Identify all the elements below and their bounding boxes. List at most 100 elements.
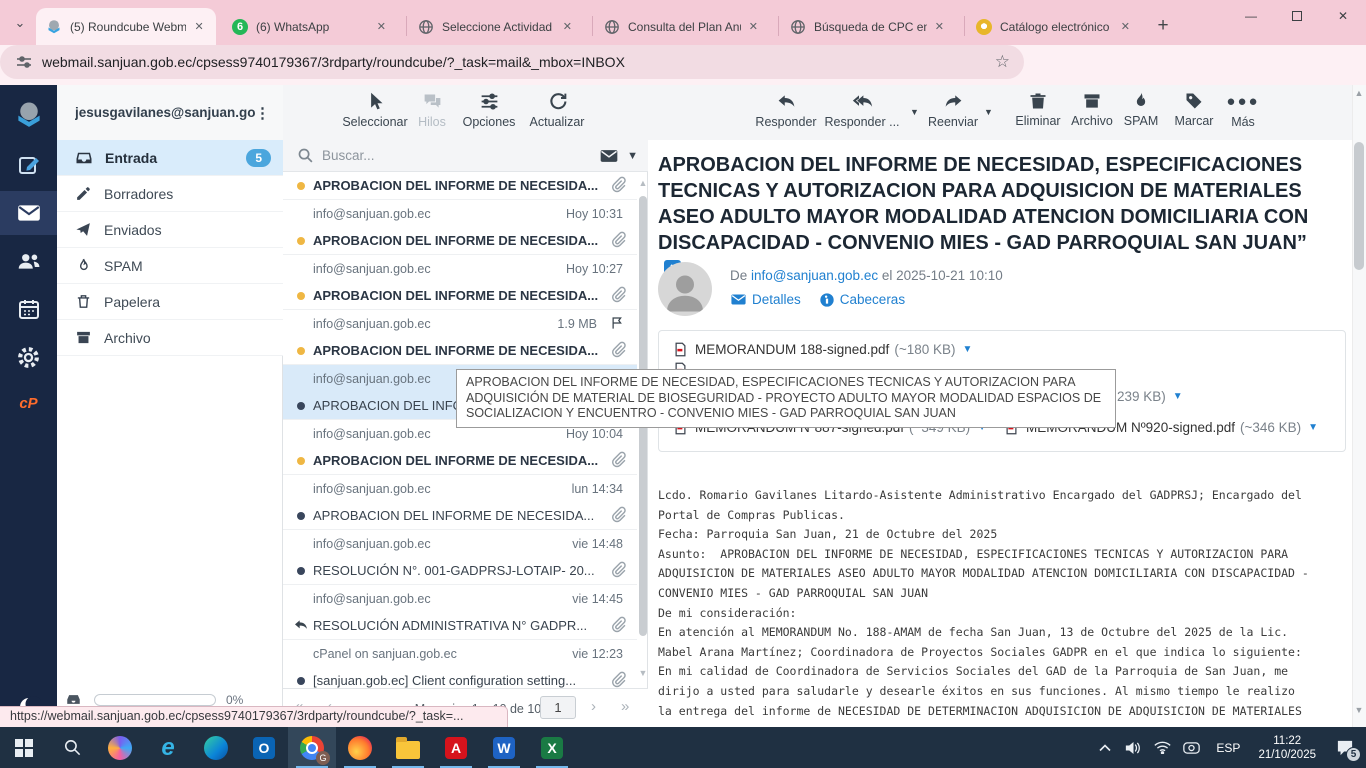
tab-search-chevron-icon[interactable]: ⌄ <box>8 12 32 34</box>
tray-chevron-icon[interactable] <box>1090 727 1119 768</box>
read-dot-icon <box>297 512 305 520</box>
bookmark-star-icon[interactable]: ☆ <box>995 52 1010 72</box>
account-header[interactable]: jesusgavilanes@sanjuan.gob.... ⋮ <box>57 85 283 140</box>
unread-dot-icon <box>297 182 305 190</box>
new-tab-button[interactable]: + <box>1150 13 1176 39</box>
refresh-button[interactable]: Actualizar <box>514 91 600 129</box>
message-list-item[interactable]: info@sanjuan.gob.ecvie 14:48RESOLUCIÓN N… <box>283 530 637 585</box>
whatsapp-favicon-icon: 6 <box>232 19 248 35</box>
window-close-button[interactable]: ✕ <box>1320 0 1366 32</box>
chevron-down-icon[interactable]: ▼ <box>627 150 638 162</box>
account-email: jesusgavilanes@sanjuan.gob.... <box>75 105 255 120</box>
tab-busqueda-cpc[interactable]: Búsqueda de CPC en ✕ <box>780 8 956 45</box>
message-list-item[interactable]: cPanel on sanjuan.gob.ecvie 12:23[sanjua… <box>283 640 637 688</box>
site-settings-icon[interactable] <box>16 54 32 70</box>
tab-close-icon[interactable]: ✕ <box>190 18 208 36</box>
message-toolbar: Responder Responder ... ▼ Reenviar ▼ Eli… <box>648 85 1366 140</box>
mark-envelope-icon[interactable] <box>599 146 619 166</box>
excel-taskbar-icon[interactable]: X <box>528 727 576 768</box>
tab-close-icon[interactable]: ✕ <box>745 18 762 36</box>
message-sender-line: info@sanjuan.gob.ecHoy 10:27 <box>283 255 637 282</box>
window-restore-button[interactable] <box>1274 0 1320 32</box>
attachment-caret-icon[interactable]: ▼ <box>963 344 973 355</box>
acrobat-taskbar-icon[interactable]: A <box>432 727 480 768</box>
tab-close-icon[interactable]: ✕ <box>931 18 948 36</box>
ie-taskbar-icon[interactable]: e <box>144 727 192 768</box>
details-link[interactable]: Detalles <box>752 292 801 307</box>
page-next-button[interactable]: › <box>591 698 596 715</box>
message-subject: APROBACION DEL INFORME DE NECESIDA... <box>313 508 637 523</box>
person-icon <box>658 262 712 316</box>
message-date: lun 14:34 <box>572 482 623 496</box>
reading-scroll-down-icon[interactable]: ▼ <box>1353 705 1365 715</box>
headers-link[interactable]: Cabeceras <box>840 292 905 307</box>
sidebar-item-entrada[interactable]: Entrada 5 <box>57 140 283 176</box>
message-list-item[interactable]: info@sanjuan.gob.ecHoy 10:27APROBACION D… <box>283 255 637 310</box>
outlook-taskbar-icon[interactable]: O <box>240 727 288 768</box>
calendar-icon[interactable] <box>0 287 57 331</box>
reply-all-button[interactable]: Responder ... <box>819 91 905 129</box>
address-bar[interactable]: webmail.sanjuan.gob.ec/cpsess9740179367/… <box>0 45 1024 79</box>
start-taskbar-icon[interactable] <box>0 727 48 768</box>
explorer-taskbar-icon[interactable] <box>384 727 432 768</box>
tab-roundcube[interactable]: (5) Roundcube Webm ✕ <box>36 8 216 45</box>
settings-gear-icon[interactable] <box>0 335 57 379</box>
volume-icon[interactable] <box>1119 727 1148 768</box>
read-dot-icon <box>297 402 305 410</box>
message-list-item[interactable]: info@sanjuan.gob.ecHoy 10:31APROBACION D… <box>283 200 637 255</box>
sidebar-item-enviados[interactable]: Enviados <box>57 212 283 248</box>
reading-scrollbar-thumb[interactable] <box>1354 142 1364 270</box>
mail-module-icon[interactable] <box>0 191 57 235</box>
sidebar-item-papelera[interactable]: Papelera <box>57 284 283 320</box>
message-list-item[interactable]: info@sanjuan.gob.ec1.9 MBAPROBACION DEL … <box>283 310 637 365</box>
sidebar-item-spam[interactable]: SPAM <box>57 248 283 284</box>
page-last-button[interactable]: » <box>621 698 629 715</box>
tab-close-icon[interactable]: ✕ <box>373 18 390 36</box>
attachment-caret-icon[interactable]: ▼ <box>1308 422 1318 433</box>
cpanel-icon[interactable]: cP <box>0 381 57 425</box>
send-icon <box>75 221 92 238</box>
meet-now-icon[interactable] <box>1177 727 1206 768</box>
more-button[interactable]: ●●● Más <box>1200 91 1286 129</box>
tab-seleccione-actividad[interactable]: Seleccione Actividad ✕ <box>408 8 584 45</box>
page-number-input[interactable]: 1 <box>540 696 576 719</box>
tab-catalogo[interactable]: Catálogo electrónico ✕ <box>966 8 1142 45</box>
paperclip-icon <box>610 231 627 248</box>
message-list-item[interactable]: info@sanjuan.gob.eclun 14:34APROBACION D… <box>283 475 637 530</box>
tab-consulta-plan[interactable]: Consulta del Plan Anu ✕ <box>594 8 770 45</box>
clock[interactable]: 11:22 21/10/2025 <box>1250 734 1324 762</box>
message-list-item[interactable]: APROBACION DEL INFORME DE NECESIDA... <box>283 172 637 200</box>
tab-close-icon[interactable]: ✕ <box>1117 18 1134 36</box>
tab-title: Seleccione Actividad <box>442 20 555 34</box>
wifi-icon[interactable] <box>1148 727 1177 768</box>
firefox-taskbar-icon[interactable] <box>336 727 384 768</box>
word-taskbar-icon[interactable]: W <box>480 727 528 768</box>
attachment-item[interactable]: MEMORANDUM 188-signed.pdf (~180 KB) ▼ <box>673 341 972 358</box>
sidebar-item-borradores[interactable]: Borradores <box>57 176 283 212</box>
reading-scroll-up-icon[interactable]: ▲ <box>1353 88 1365 98</box>
message-sender: info@sanjuan.gob.ec <box>313 427 566 441</box>
reply-button[interactable]: Responder <box>743 91 829 129</box>
account-menu-icon[interactable]: ⋮ <box>255 104 270 122</box>
sidebar-item-archivo[interactable]: Archivo <box>57 320 283 356</box>
sender-email-link[interactable]: info@sanjuan.gob.ec <box>751 268 878 283</box>
copilot-taskbar-icon[interactable] <box>96 727 144 768</box>
tab-whatsapp[interactable]: 6 (6) WhatsApp ✕ <box>222 8 398 45</box>
search-bar[interactable]: Buscar... ▼ <box>283 140 648 172</box>
attachment-caret-icon[interactable]: ▼ <box>1173 391 1183 402</box>
language-indicator[interactable]: ESP <box>1206 741 1250 755</box>
contacts-icon[interactable] <box>0 239 57 283</box>
search-taskbar-icon[interactable] <box>48 727 96 768</box>
compose-icon[interactable] <box>0 143 57 187</box>
message-list-item[interactable]: info@sanjuan.gob.ecvie 14:45RESOLUCIÓN A… <box>283 585 637 640</box>
window-minimize-button[interactable]: — <box>1228 0 1274 32</box>
paperclip-icon <box>610 616 627 633</box>
attachment-item-size-fragment[interactable]: 239 KB) ▼ <box>1117 389 1183 404</box>
chrome-taskbar-icon[interactable]: G <box>288 727 336 768</box>
message-list-item[interactable]: info@sanjuan.gob.ecHoy 10:04APROBACION D… <box>283 420 637 475</box>
tab-close-icon[interactable]: ✕ <box>559 18 576 36</box>
forward-caret-icon[interactable]: ▼ <box>984 107 993 117</box>
edge-taskbar-icon[interactable] <box>192 727 240 768</box>
notification-center-icon[interactable]: 5 <box>1324 727 1366 768</box>
globe-favicon-icon <box>604 19 620 35</box>
